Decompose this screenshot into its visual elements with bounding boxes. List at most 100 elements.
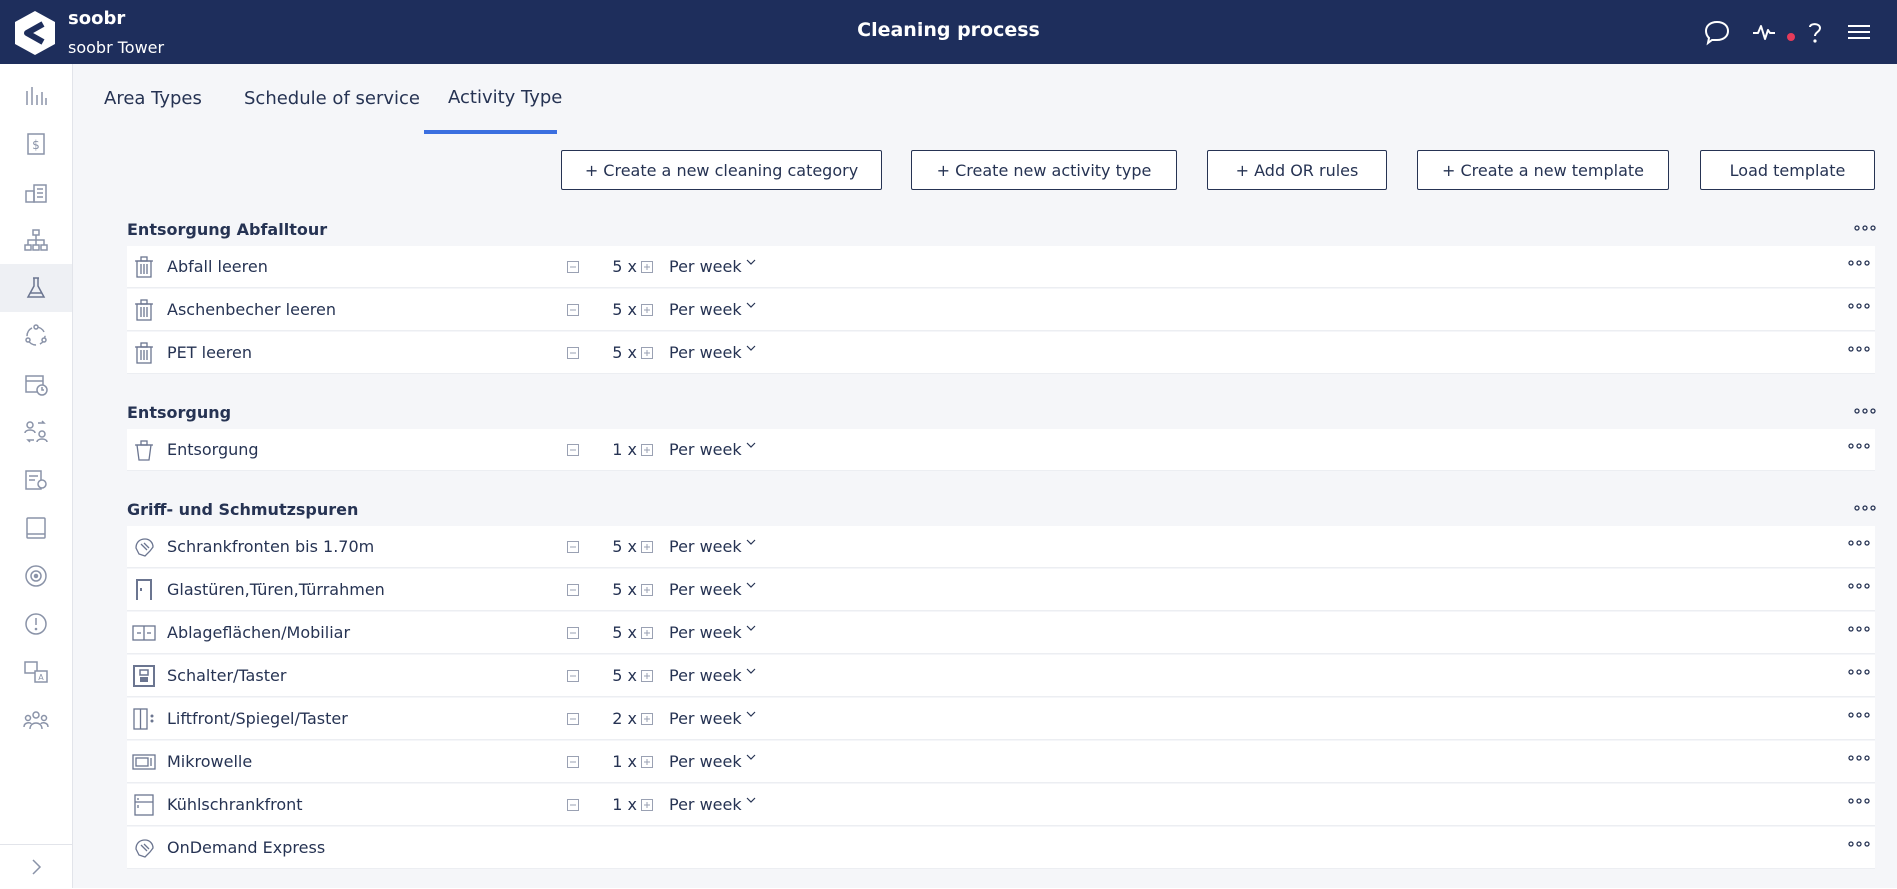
activity-row[interactable]: Entsorgung 1 x Per week [127,429,1875,471]
help-icon[interactable] [1801,18,1829,46]
frequency-select[interactable]: Per week [669,300,742,319]
chevron-down-icon[interactable] [745,256,757,268]
more-dots-icon[interactable] [1847,259,1871,267]
decrement-icon[interactable] [567,261,579,273]
frequency-select[interactable]: Per week [669,666,742,685]
activity-name: Liftfront/Spiegel/Taster [167,709,348,728]
sidebar-item-costs[interactable]: $ [0,120,72,168]
sidebar-item-calendar[interactable] [0,360,72,408]
activity-row[interactable]: Schrankfronten bis 1.70m 5 x Per week [127,526,1875,568]
more-dots-icon[interactable] [1847,582,1871,590]
chevron-down-icon[interactable] [745,708,757,720]
sidebar-item-sensors[interactable] [0,552,72,600]
activity-row[interactable]: PET leeren 5 x Per week [127,332,1875,374]
more-dots-icon[interactable] [1847,668,1871,676]
decrement-icon[interactable] [567,713,579,725]
activity-row[interactable]: Aschenbecher leeren 5 x Per week [127,289,1875,331]
sidebar-item-cleaning-process[interactable] [0,264,72,312]
sidebar-item-dashboard[interactable] [0,72,72,120]
frequency-select[interactable]: Per week [669,709,742,728]
activity-row[interactable]: OnDemand Express [127,827,1875,869]
more-dots-icon[interactable] [1847,625,1871,633]
tab-activity-type[interactable]: Activity Type [448,87,562,108]
create-template-button[interactable]: + Create a new template [1417,150,1669,190]
sidebar-item-issues[interactable] [0,600,72,648]
frequency-select[interactable]: Per week [669,343,742,362]
decrement-icon[interactable] [567,541,579,553]
activity-row[interactable]: Schalter/Taster 5 x Per week [127,655,1875,697]
decrement-icon[interactable] [567,799,579,811]
chevron-down-icon[interactable] [745,439,757,451]
more-dots-icon[interactable] [1847,711,1871,719]
category-more-options[interactable] [1853,504,1877,512]
decrement-icon[interactable] [567,584,579,596]
frequency-select[interactable]: Per week [669,795,742,814]
decrement-icon[interactable] [567,444,579,456]
activity-row[interactable]: Ablageflächen/Mobiliar 5 x Per week [127,612,1875,654]
decrement-icon[interactable] [567,756,579,768]
frequency-select[interactable]: Per week [669,752,742,771]
more-dots-icon[interactable] [1847,840,1871,848]
activity-row[interactable]: Liftfront/Spiegel/Taster 2 x Per week [127,698,1875,740]
category-more-options[interactable] [1853,224,1877,232]
sidebar-item-reports[interactable] [0,456,72,504]
chevron-down-icon[interactable] [745,665,757,677]
add-or-rules-button[interactable]: + Add OR rules [1207,150,1387,190]
sidebar-item-translations[interactable]: A [0,648,72,696]
decrement-icon[interactable] [567,304,579,316]
increment-icon[interactable] [641,584,653,596]
more-dots-icon[interactable] [1847,442,1871,450]
decrement-icon[interactable] [567,347,579,359]
chevron-down-icon[interactable] [745,579,757,591]
sidebar-item-team[interactable] [0,696,72,744]
increment-icon[interactable] [641,304,653,316]
chat-icon[interactable] [1703,18,1731,46]
frequency-select[interactable]: Per week [669,440,742,459]
increment-icon[interactable] [641,541,653,553]
chevron-down-icon[interactable] [745,794,757,806]
menu-hamburger-icon[interactable] [1845,18,1873,46]
sidebar-item-structure[interactable] [0,216,72,264]
sidebar-item-buildings[interactable] [0,168,72,216]
increment-icon[interactable] [641,756,653,768]
frequency-select[interactable]: Per week [669,537,742,556]
create-cleaning-category-button[interactable]: + Create a new cleaning category [561,150,882,190]
increment-icon[interactable] [641,261,653,273]
chevron-down-icon[interactable] [745,622,757,634]
frequency-select[interactable]: Per week [669,257,742,276]
increment-icon[interactable] [641,444,653,456]
create-activity-type-button[interactable]: + Create new activity type [911,150,1177,190]
chevron-down-icon[interactable] [745,536,757,548]
activity-pulse-icon[interactable] [1751,18,1779,46]
hand-wipe-icon [135,839,154,858]
sidebar-item-cycle[interactable] [0,312,72,360]
activity-row[interactable]: Abfall leeren 5 x Per week [127,246,1875,288]
activity-row[interactable]: Mikrowelle 1 x Per week [127,741,1875,783]
tab-area-types[interactable]: Area Types [104,88,202,109]
chevron-down-icon[interactable] [745,299,757,311]
more-dots-icon[interactable] [1847,797,1871,805]
decrement-icon[interactable] [567,670,579,682]
increment-icon[interactable] [641,799,653,811]
sidebar-expand-button[interactable] [0,844,72,889]
increment-icon[interactable] [641,347,653,359]
more-dots-icon[interactable] [1847,539,1871,547]
increment-icon[interactable] [641,627,653,639]
decrement-icon[interactable] [567,627,579,639]
chevron-down-icon[interactable] [745,751,757,763]
chevron-down-icon[interactable] [745,342,757,354]
increment-icon[interactable] [641,670,653,682]
sidebar-item-staff-exchange[interactable] [0,408,72,456]
frequency-select[interactable]: Per week [669,580,742,599]
more-dots-icon[interactable] [1847,754,1871,762]
more-dots-icon[interactable] [1847,302,1871,310]
sidebar-item-tablet[interactable] [0,504,72,552]
activity-row[interactable]: Glastüren,Türen,Türrahmen 5 x Per week [127,569,1875,611]
tab-schedule-of-service[interactable]: Schedule of service [244,88,420,109]
category-more-options[interactable] [1853,407,1877,415]
load-template-button[interactable]: Load template [1700,150,1875,190]
frequency-select[interactable]: Per week [669,623,742,642]
more-dots-icon[interactable] [1847,345,1871,353]
increment-icon[interactable] [641,713,653,725]
activity-row[interactable]: Kühlschrankfront 1 x Per week [127,784,1875,826]
